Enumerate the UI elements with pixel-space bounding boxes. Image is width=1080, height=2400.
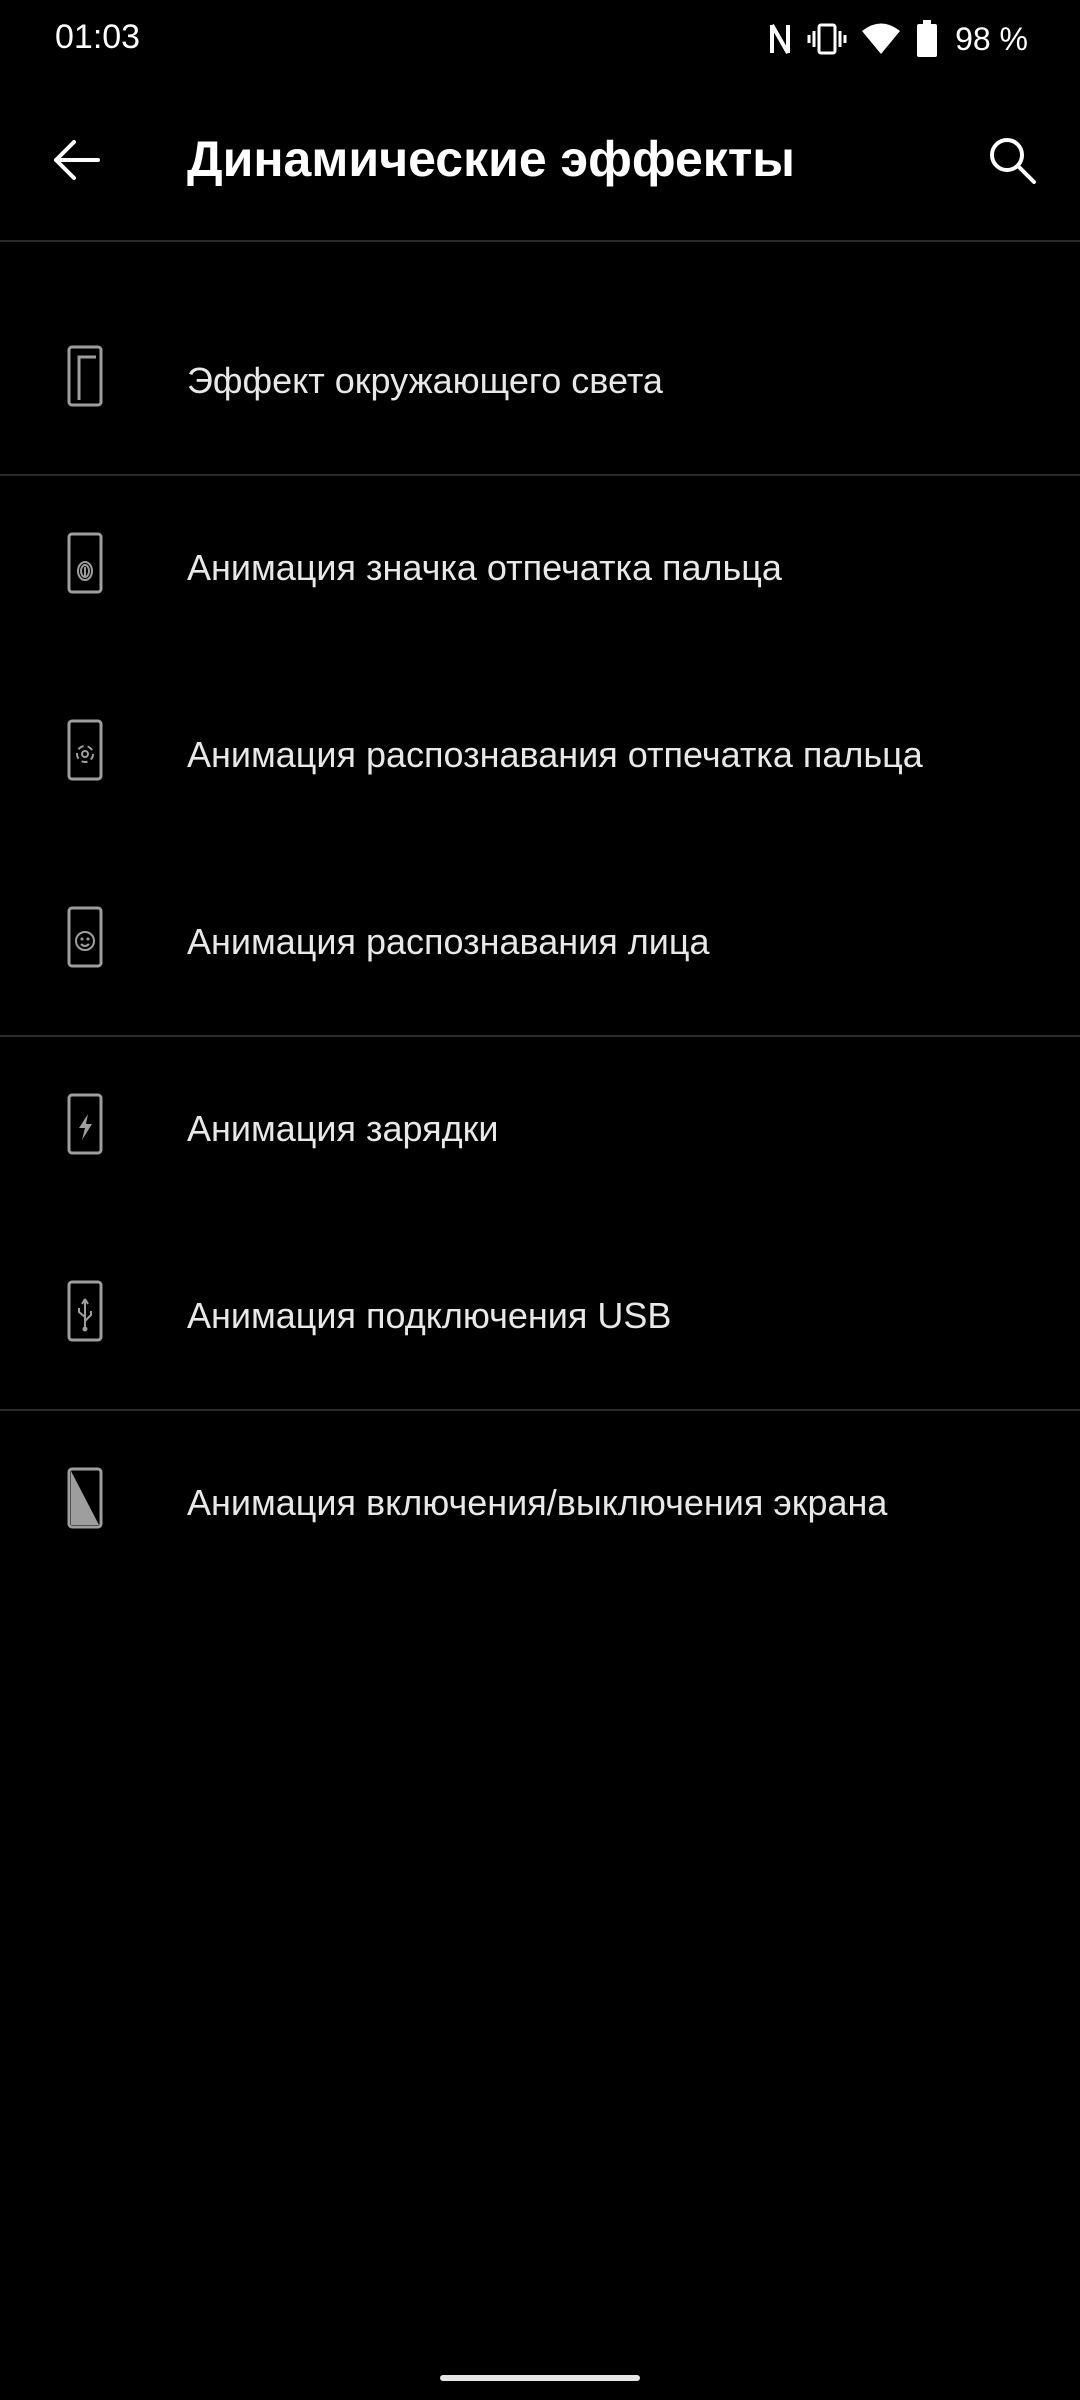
- face-icon: [66, 905, 110, 971]
- arrow-left-icon: [52, 138, 100, 187]
- list-item-charging-animation[interactable]: Анимация зарядки: [0, 1036, 1080, 1222]
- gesture-nav-handle[interactable]: [440, 2375, 640, 2381]
- list-item-usb-animation[interactable]: Анимация подключения USB: [0, 1223, 1080, 1409]
- battery-percent: 98 %: [955, 20, 1028, 57]
- search-icon: [987, 135, 1037, 190]
- list-item-label: Анимация подключения USB: [187, 1295, 672, 1336]
- screen-on-off-icon: [66, 1466, 110, 1532]
- battery-icon: [915, 20, 939, 58]
- list-item-screen-on-off-animation[interactable]: Анимация включения/выключения экрана: [0, 1410, 1080, 1596]
- status-icons: 98 %: [767, 14, 1028, 64]
- usb-icon: [66, 1279, 110, 1345]
- vibrate-icon: [807, 21, 847, 57]
- list-item-label: Анимация включения/выключения экрана: [187, 1482, 888, 1523]
- list-item-label: Анимация распознавания отпечатка пальца: [187, 734, 923, 775]
- fingerprint-icon: [66, 531, 110, 597]
- status-time: 01:03: [55, 18, 141, 56]
- wifi-icon: [861, 22, 901, 56]
- fingerprint-scan-icon: [66, 718, 110, 784]
- app-bar-divider: [0, 240, 1080, 242]
- list-item-label: Анимация распознавания лица: [187, 921, 710, 962]
- search-button[interactable]: [974, 124, 1050, 200]
- charging-icon: [66, 1092, 110, 1158]
- list-item-fingerprint-recognition-animation[interactable]: Анимация распознавания отпечатка пальца: [0, 662, 1080, 848]
- list-item-label: Анимация значка отпечатка пальца: [187, 547, 782, 588]
- list-item-label: Анимация зарядки: [187, 1108, 499, 1149]
- ambient-light-icon: [66, 344, 110, 410]
- nfc-icon: [767, 21, 793, 57]
- list-item-fingerprint-icon-animation[interactable]: Анимация значка отпечатка пальца: [0, 475, 1080, 661]
- status-bar: 01:03 98 %: [0, 0, 1080, 80]
- back-button[interactable]: [40, 126, 112, 198]
- list-item-label: Эффект окружающего света: [187, 360, 663, 401]
- list-item-ambient-light[interactable]: Эффект окружающего света: [0, 288, 1080, 474]
- page-title: Динамические эффекты: [187, 131, 796, 187]
- app-bar: Динамические эффекты: [0, 80, 1080, 240]
- list-item-face-recognition-animation[interactable]: Анимация распознавания лица: [0, 849, 1080, 1035]
